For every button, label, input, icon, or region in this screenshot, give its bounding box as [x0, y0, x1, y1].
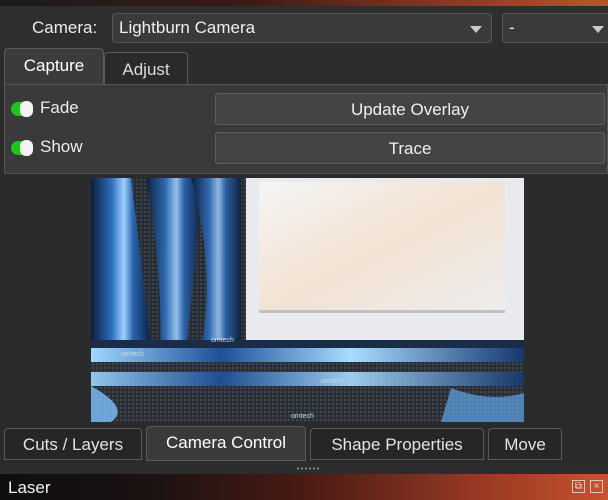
camera-label: Camera:	[32, 18, 98, 37]
camera-row: Camera: Lightburn Camera -	[0, 6, 608, 48]
chevron-down-icon	[470, 26, 482, 33]
show-toggle[interactable]	[11, 140, 33, 156]
camera-preview-image[interactable]: omtech omtech omtech omtech	[91, 178, 524, 422]
camera-capture-picture: omtech omtech omtech omtech	[91, 178, 524, 422]
camera-secondary-select[interactable]: -	[502, 13, 608, 43]
tab-camera-control-label: Camera Control	[166, 433, 286, 452]
camera-secondary-select-value: -	[509, 18, 515, 37]
tab-camera-control[interactable]: Camera Control	[146, 426, 306, 461]
camera-select[interactable]: Lightburn Camera	[112, 13, 492, 43]
tab-cuts-layers[interactable]: Cuts / Layers	[4, 428, 142, 460]
chevron-down-icon	[592, 26, 604, 33]
update-overlay-button[interactable]: Update Overlay	[215, 93, 605, 125]
camera-select-value: Lightburn Camera	[119, 18, 256, 37]
trace-button[interactable]: Trace	[215, 132, 605, 164]
laser-panel-titlebar[interactable]: Laser ⧉ ×	[0, 474, 608, 500]
preview-watermark-3: omtech	[321, 378, 344, 385]
laser-panel-title: Laser	[8, 478, 51, 497]
tab-capture-label: Capture	[23, 56, 85, 75]
tab-move[interactable]: Move	[488, 428, 562, 460]
fade-toggle[interactable]	[11, 101, 33, 117]
toggle-knob	[20, 140, 33, 156]
preview-watermark-2: omtech	[121, 351, 144, 358]
tab-adjust-label: Adjust	[122, 60, 170, 79]
tab-capture[interactable]: Capture	[4, 48, 104, 84]
camera-tabs: Capture Adjust	[0, 48, 608, 84]
float-icon[interactable]: ⧉	[572, 480, 585, 493]
tab-shape-properties-label: Shape Properties	[331, 435, 463, 454]
tab-shape-properties[interactable]: Shape Properties	[310, 428, 484, 460]
dock-tabs: Cuts / Layers Camera Control Shape Prope…	[0, 426, 608, 462]
tab-move-label: Move	[504, 435, 546, 454]
toggle-knob	[20, 101, 33, 117]
close-icon[interactable]: ×	[590, 480, 603, 493]
dock-resize-grip-icon[interactable]	[296, 467, 320, 470]
preview-watermark-1: omtech	[211, 337, 234, 344]
tab-adjust[interactable]: Adjust	[104, 52, 188, 84]
fade-label: Fade	[40, 98, 79, 117]
preview-watermark-4: omtech	[291, 413, 314, 420]
tab-cuts-layers-label: Cuts / Layers	[22, 435, 124, 454]
show-label: Show	[40, 137, 83, 156]
capture-panel: Fade Show Update Overlay Trace	[4, 84, 608, 174]
